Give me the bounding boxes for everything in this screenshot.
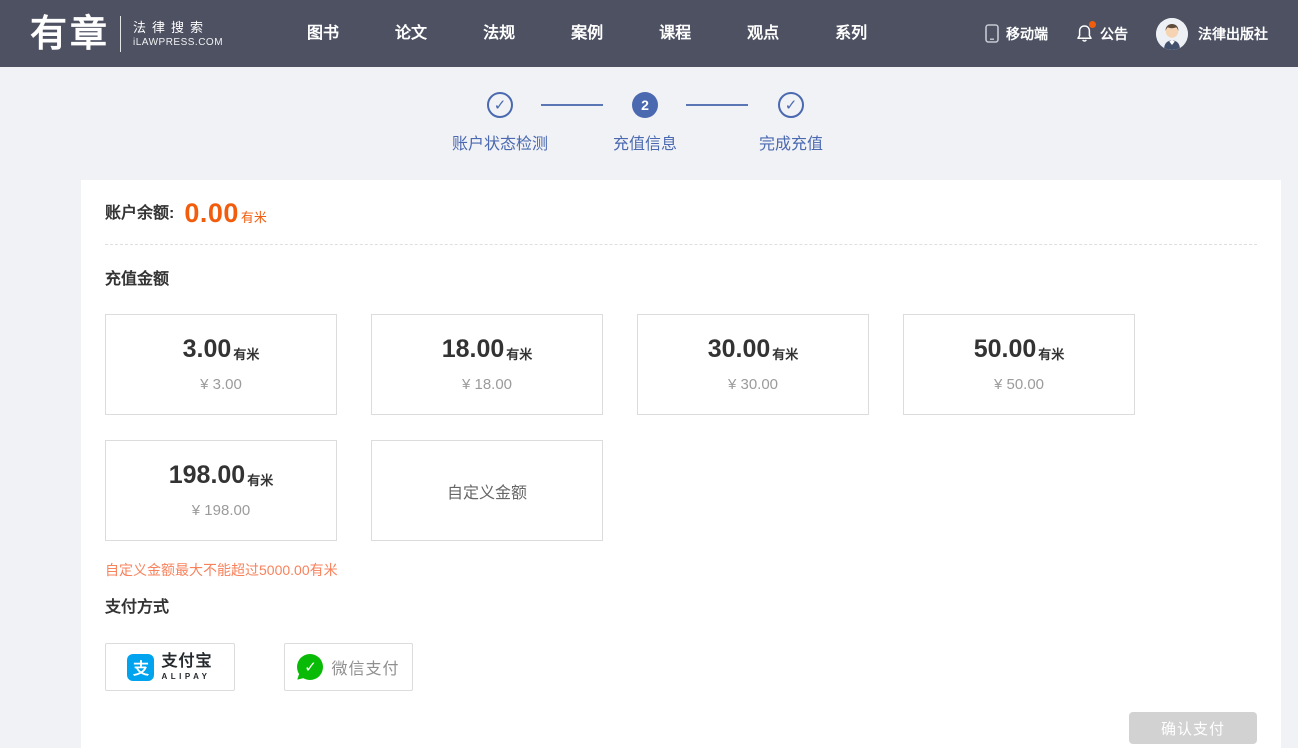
nav-item-courses[interactable]: 课程 [631,0,719,67]
amount-unit: 有米 [233,348,259,362]
site-logo[interactable]: 有章 法律搜索 iLAWPRESS.COM [30,15,223,52]
user-name: 法律出版社 [1198,24,1268,44]
step-circle-account-check: ✓ [487,92,513,118]
amount-price: ¥ 18.00 [462,376,512,393]
nav-item-laws[interactable]: 法规 [455,0,543,67]
amount-line: 18.00 有米 [442,337,533,362]
bell-icon [1076,24,1093,43]
amount-price: ¥ 30.00 [728,376,778,393]
nav-item-cases[interactable]: 案例 [543,0,631,67]
nav-item-papers[interactable]: 论文 [367,0,455,67]
payment-method-title: 支付方式 [105,593,1257,617]
amount-option-198[interactable]: 198.00 有米 ¥ 198.00 [105,440,337,541]
nav-item-books[interactable]: 图书 [279,0,367,67]
balance-unit: 有米 [241,209,267,227]
alipay-button[interactable]: 支 支付宝 ALIPAY [105,643,235,691]
amount-price: ¥ 50.00 [994,376,1044,393]
amount-unit: 有米 [506,348,532,362]
step-circle-recharge-info: 2 [632,92,658,118]
amount-line: 50.00 有米 [974,337,1065,362]
logo-divider [120,16,121,52]
amount-option-50[interactable]: 50.00 有米 ¥ 50.00 [903,314,1135,415]
step-number: 2 [641,97,649,113]
divider [105,244,1257,245]
recharge-steps: ✓ 2 ✓ 账户状态检测 充值信息 完成充值 [0,67,1298,180]
check-icon: ✓ [785,96,798,114]
wechat-icon: ✓ [297,654,323,680]
wechat-pay-button[interactable]: ✓ 微信支付 [284,643,413,691]
step-circle-complete: ✓ [778,92,804,118]
nav-item-opinions[interactable]: 观点 [719,0,807,67]
alipay-subtitle: ALIPAY [161,673,212,681]
amount-line: 30.00 有米 [708,337,799,362]
custom-amount-label: 自定义金额 [447,479,527,503]
notice-link[interactable]: 公告 [1076,24,1128,44]
amount-price: ¥ 3.00 [200,376,242,393]
amount-value: 198.00 [169,463,245,488]
alipay-name: 支付宝 [161,654,212,670]
balance-row: 账户余额: 0.00 有米 [105,180,1257,227]
amount-option-30[interactable]: 30.00 有米 ¥ 30.00 [637,314,869,415]
balance-label: 账户余额: [105,201,174,227]
top-navbar: 有章 法律搜索 iLAWPRESS.COM 图书 论文 法规 案例 课程 观点 … [0,0,1298,67]
custom-amount-warning: 自定义金额最大不能超过5000.00有米 [105,560,1257,580]
mobile-label: 移动端 [1006,24,1048,44]
recharge-amount-title: 充值金额 [105,265,1257,289]
notice-badge-dot [1089,21,1096,28]
navbar-right: 移动端 公告 法律出版社 [957,18,1268,50]
alipay-icon: 支 [127,654,154,681]
logo-subtitle: 法律搜索 [133,19,223,36]
user-account[interactable]: 法律出版社 [1156,18,1268,50]
amount-value: 18.00 [442,337,505,362]
logo-domain: iLAWPRESS.COM [133,36,223,49]
amount-value: 50.00 [974,337,1037,362]
check-icon: ✓ [494,96,507,114]
amount-line: 3.00 有米 [183,337,260,362]
nav-item-series[interactable]: 系列 [807,0,895,67]
step-label-complete: 完成充值 [759,130,823,154]
mobile-link[interactable]: 移动端 [985,24,1048,44]
amount-option-3[interactable]: 3.00 有米 ¥ 3.00 [105,314,337,415]
amount-value: 3.00 [183,337,232,362]
balance-value: 0.00 [184,200,239,227]
payment-methods: 支 支付宝 ALIPAY ✓ 微信支付 [105,643,1257,691]
user-avatar [1156,18,1188,50]
notice-label: 公告 [1100,24,1128,44]
amount-unit: 有米 [772,348,798,362]
amount-unit: 有米 [247,474,273,488]
confirm-payment-button[interactable]: 确认支付 [1129,712,1257,744]
phone-icon [985,24,999,43]
step-connector-1 [541,104,603,106]
step-label-account-check: 账户状态检测 [452,130,548,154]
main-nav: 图书 论文 法规 案例 课程 观点 系列 [279,0,895,67]
custom-amount-option[interactable]: 自定义金额 [371,440,603,541]
logo-brand-text: 有章 [30,15,110,52]
wechat-pay-name: 微信支付 [331,655,399,679]
step-connector-2 [686,104,748,106]
amount-price: ¥ 198.00 [192,502,250,519]
step-label-recharge-info: 充值信息 [613,130,677,154]
amount-grid: 3.00 有米 ¥ 3.00 18.00 有米 ¥ 18.00 30.00 有米… [105,314,1257,541]
amount-line: 198.00 有米 [169,463,273,488]
recharge-panel: 账户余额: 0.00 有米 充值金额 3.00 有米 ¥ 3.00 18.00 … [81,180,1281,748]
amount-unit: 有米 [1038,348,1064,362]
amount-option-18[interactable]: 18.00 有米 ¥ 18.00 [371,314,603,415]
amount-value: 30.00 [708,337,771,362]
